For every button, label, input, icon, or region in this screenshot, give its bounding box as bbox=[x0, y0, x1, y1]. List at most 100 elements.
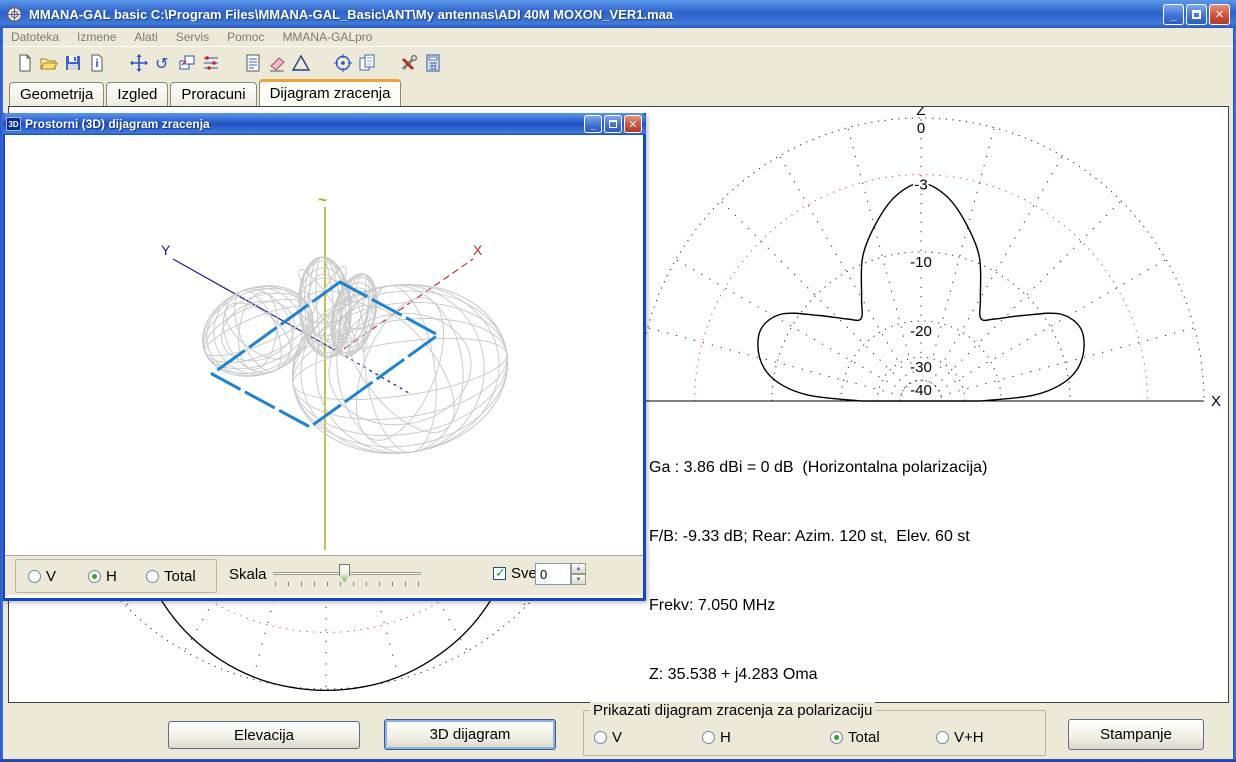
rotate-icon[interactable]: ↺ bbox=[151, 51, 175, 75]
wire-edit-icon[interactable] bbox=[199, 51, 223, 75]
calculate-icon[interactable] bbox=[421, 51, 445, 75]
radio-label: V bbox=[46, 568, 57, 585]
wireframe-3d-canvas: ~ Y X bbox=[161, 192, 509, 550]
result-line-fb: F/B: -9.33 dB; Rear: Azim. 120 st, Elev.… bbox=[649, 528, 970, 545]
window-border-left bbox=[0, 26, 3, 762]
app-window: MMANA-GAL basic C:\Program Files\MMANA-G… bbox=[0, 0, 1236, 762]
tab-izgled[interactable]: Izgled bbox=[106, 82, 169, 106]
angle-spinner: 0 ▲ ▼ bbox=[535, 563, 586, 585]
elevacija-button[interactable]: Elevacija bbox=[168, 721, 360, 749]
radio-label: Total bbox=[848, 729, 880, 746]
result-line-freq: Frekv: 7.050 MHz bbox=[649, 597, 776, 614]
menu-datoteka[interactable]: Datoteka bbox=[11, 30, 59, 44]
polarization-group-title: Prikazati dijagram zracenja za polarizac… bbox=[590, 702, 876, 719]
result-line-gain: Ga : 3.86 dBi = 0 dB (Horizontalna polar… bbox=[649, 459, 988, 476]
radio-label: H bbox=[720, 729, 731, 746]
svg-text:0: 0 bbox=[917, 120, 925, 137]
dialog-title-bar[interactable]: 3D Prostorni (3D) dijagram zracenja _ ✕ bbox=[2, 113, 646, 135]
svg-text:Z: Z bbox=[916, 107, 925, 119]
tab-dijagram-zracenja[interactable]: Dijagram zracenja bbox=[258, 79, 402, 106]
radio-circle bbox=[594, 731, 607, 744]
radio-v[interactable]: V bbox=[594, 729, 622, 746]
radio-label: V bbox=[612, 729, 623, 746]
radio-label: Total bbox=[164, 568, 196, 585]
svg-text:-10: -10 bbox=[910, 254, 932, 271]
radio-v-plus-h[interactable]: V+H bbox=[936, 729, 984, 746]
toolbar-separator bbox=[109, 63, 127, 64]
tab-proracuni[interactable]: Proracuni bbox=[170, 82, 257, 106]
radio-total[interactable]: Total bbox=[830, 729, 880, 746]
svg-text:i: i bbox=[96, 58, 99, 70]
cascade-windows-icon[interactable] bbox=[175, 51, 199, 75]
svg-text:Y: Y bbox=[161, 242, 171, 258]
radio-h-3d[interactable]: H bbox=[88, 568, 117, 585]
scale-slider-thumb[interactable] bbox=[339, 564, 350, 582]
menu-izmene[interactable]: Izmene bbox=[77, 30, 116, 44]
radio-label: V+H bbox=[954, 729, 984, 746]
svg-text:-40: -40 bbox=[910, 382, 932, 399]
dialog-title: Prostorni (3D) dijagram zracenja bbox=[25, 117, 210, 131]
3d-dijagram-button[interactable]: 3D dijagram bbox=[384, 719, 556, 750]
new-file-icon[interactable] bbox=[13, 51, 37, 75]
save-icon[interactable] bbox=[61, 51, 85, 75]
radio-circle bbox=[146, 570, 159, 583]
dialog-maximize-button[interactable] bbox=[604, 115, 622, 133]
svg-text:X: X bbox=[1211, 393, 1221, 410]
stampanje-button[interactable]: Stampanje bbox=[1068, 719, 1204, 750]
app-icon bbox=[6, 6, 23, 22]
dialog-minimize-button[interactable]: _ bbox=[584, 115, 602, 133]
radio-v-3d[interactable]: V bbox=[28, 568, 56, 585]
radio-circle bbox=[830, 731, 843, 744]
pattern-3d-view[interactable]: ~ Y X bbox=[5, 135, 643, 555]
checkbox-label: Sve bbox=[511, 565, 537, 582]
tab-geometrija[interactable]: Geometrija bbox=[9, 82, 105, 106]
scale-slider-ticks bbox=[275, 582, 423, 586]
polarization-group: Prikazati dijagram zracenja za polarizac… bbox=[583, 702, 1046, 756]
maximize-button[interactable] bbox=[1186, 4, 1207, 25]
checkbox-box bbox=[493, 565, 506, 581]
move-icon[interactable] bbox=[127, 51, 151, 75]
toolbar: i ↺ bbox=[3, 46, 1233, 79]
menu-mmana-galpro[interactable]: MMANA-GALpro bbox=[282, 30, 372, 44]
skala-label: Skala bbox=[229, 566, 267, 583]
dialog-3d-pattern: 3D Prostorni (3D) dijagram zracenja _ ✕ … bbox=[2, 113, 646, 601]
copy-icon[interactable] bbox=[355, 51, 379, 75]
spinner-up-button[interactable]: ▲ bbox=[571, 563, 586, 574]
result-line-impedance: Z: 35.538 + j4.283 Oma bbox=[649, 666, 818, 683]
menu-servis[interactable]: Servis bbox=[176, 30, 209, 44]
open-folder-icon[interactable] bbox=[37, 51, 61, 75]
radio-circle bbox=[702, 731, 715, 744]
svg-text:-3: -3 bbox=[914, 177, 927, 194]
tools-icon[interactable] bbox=[397, 51, 421, 75]
toolbar-separator bbox=[223, 63, 241, 64]
menu-pomoc[interactable]: Pomoc bbox=[227, 30, 264, 44]
spinner-value[interactable]: 0 bbox=[535, 563, 571, 585]
radio-circle bbox=[936, 731, 949, 744]
svg-text:~: ~ bbox=[318, 192, 327, 209]
dialog-controls: V H Total Skala Sve 0 ▲ ▼ bbox=[5, 555, 643, 595]
radio-circle bbox=[88, 570, 101, 583]
eraser-icon[interactable] bbox=[265, 51, 289, 75]
radio-circle bbox=[28, 570, 41, 583]
menu-alati[interactable]: Alati bbox=[134, 30, 157, 44]
toolbar-separator bbox=[313, 63, 331, 64]
toolbar-separator bbox=[379, 63, 397, 64]
svg-text:-30: -30 bbox=[910, 359, 932, 376]
title-bar[interactable]: MMANA-GAL basic C:\Program Files\MMANA-G… bbox=[0, 0, 1236, 28]
optimize-target-icon[interactable] bbox=[331, 51, 355, 75]
radio-label: H bbox=[106, 568, 117, 585]
minimize-button[interactable]: _ bbox=[1163, 4, 1184, 25]
bottom-bar: Elevacija 3D dijagram Prikazati dijagram… bbox=[3, 702, 1233, 759]
radio-total-3d[interactable]: Total bbox=[146, 568, 196, 585]
window-title: MMANA-GAL basic C:\Program Files\MMANA-G… bbox=[29, 6, 674, 22]
sve-checkbox[interactable]: Sve bbox=[493, 565, 537, 582]
view-text-icon[interactable] bbox=[241, 51, 265, 75]
close-button[interactable]: ✕ bbox=[1209, 4, 1230, 25]
polarization-group-3d: V H Total bbox=[15, 559, 217, 593]
dialog-close-button[interactable]: ✕ bbox=[624, 115, 642, 133]
radio-h[interactable]: H bbox=[702, 729, 731, 746]
file-info-icon[interactable]: i bbox=[85, 51, 109, 75]
spinner-down-button[interactable]: ▼ bbox=[571, 574, 586, 585]
triangle-icon[interactable] bbox=[289, 51, 313, 75]
menu-bar: Datoteka Izmene Alati Servis Pomoc MMANA… bbox=[3, 28, 1233, 46]
